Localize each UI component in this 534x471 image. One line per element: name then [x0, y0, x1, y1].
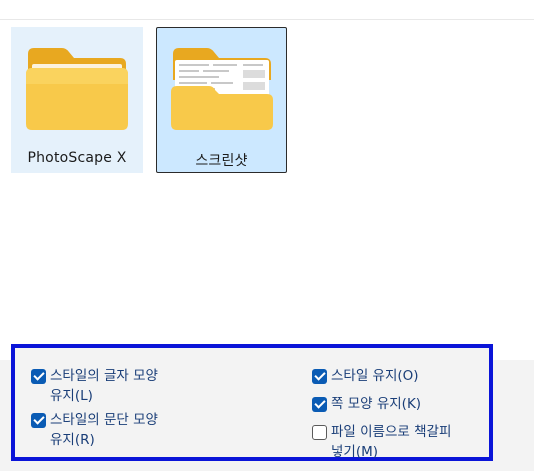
option-label: 스타일의 문단 모양 유지(R)	[50, 412, 158, 448]
folder-icon	[171, 48, 273, 130]
folder-label: PhotoScape X	[27, 150, 127, 166]
option-keep-para-style[interactable]: 스타일의 문단 모양 유지(R)	[31, 410, 158, 450]
checkbox-checked-icon[interactable]	[312, 397, 327, 412]
option-label: 스타일의 글자 모양 유지(L)	[50, 368, 158, 404]
options-highlight-box: 스타일의 글자 모양 유지(L) 스타일의 문단 모양 유지(R) 스타일 유지…	[11, 344, 493, 461]
option-bookmark-filename[interactable]: 파일 이름으로 책갈피 넣기(M)	[312, 422, 451, 462]
folder-item-screenshots[interactable]: 스크린샷	[156, 27, 287, 173]
folder-label: 스크린샷	[195, 153, 248, 169]
checkbox-unchecked-icon[interactable]	[312, 425, 327, 440]
option-label: 쪽 모양 유지(K)	[331, 396, 422, 412]
folder-icon	[26, 48, 128, 130]
checkbox-checked-icon[interactable]	[31, 413, 46, 428]
option-keep-page-style[interactable]: 쪽 모양 유지(K)	[312, 394, 421, 414]
option-label: 스타일 유지(O)	[331, 368, 419, 384]
folder-item-photoscape[interactable]: PhotoScape X	[11, 27, 143, 173]
top-strip	[0, 0, 534, 20]
option-keep-style[interactable]: 스타일 유지(O)	[312, 366, 419, 386]
file-list-area: PhotoScape X 스크린샷	[0, 20, 534, 360]
checkbox-checked-icon[interactable]	[31, 369, 46, 384]
option-label: 파일 이름으로 책갈피 넣기(M)	[331, 424, 452, 460]
checkbox-checked-icon[interactable]	[312, 369, 327, 384]
option-keep-char-style[interactable]: 스타일의 글자 모양 유지(L)	[31, 366, 158, 406]
